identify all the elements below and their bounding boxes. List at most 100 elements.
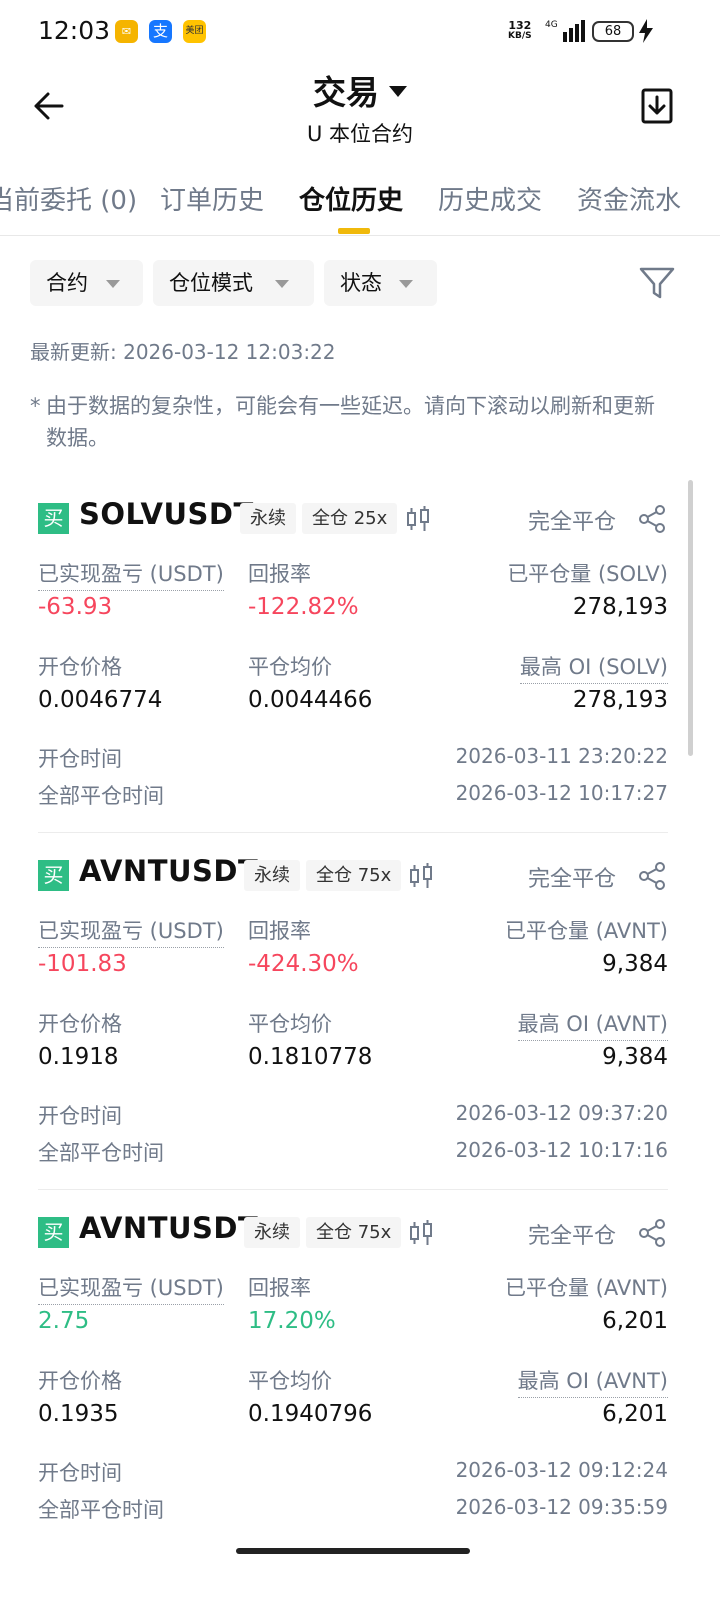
position-card[interactable]: 买 SOLVUSDT 永续 全仓 25x 完全平仓 已实现盈亏 (USDT) 回… (38, 497, 668, 808)
contract-filter[interactable]: 合约 (30, 260, 143, 306)
alipay-app-icon: 支 (149, 20, 172, 43)
open-time-label: 开仓时间 (38, 1461, 122, 1485)
last-update-time: 最新更新: 2026-03-12 12:03:22 (30, 340, 336, 364)
close-status: 完全平仓 (528, 867, 617, 892)
realized-pnl-label[interactable]: 已实现盈亏 (USDT) (38, 1272, 224, 1305)
tab-open-orders[interactable]: 当前委托 (0) (0, 180, 137, 217)
closed-qty-value: 9,384 (602, 951, 668, 977)
close-status: 完全平仓 (528, 510, 617, 535)
data-delay-notice: * 由于数据的复杂性，可能会有一些延迟。请向下滚动以刷新和更新数据。 (30, 390, 670, 454)
close-time-value: 2026-03-12 10:17:16 (455, 1138, 668, 1162)
tab-funding-flow[interactable]: 资金流水 (577, 180, 681, 217)
max-oi-value: 6,201 (602, 1401, 668, 1427)
filter-icon[interactable] (638, 264, 676, 302)
buy-side-badge: 买 (38, 1217, 69, 1248)
realized-pnl-label[interactable]: 已实现盈亏 (USDT) (38, 915, 224, 948)
close-avg-price-value: 0.1810778 (248, 1044, 373, 1070)
network-speed: 132 KB/S (508, 20, 532, 42)
roi-value: -424.30% (248, 951, 359, 977)
close-time-label: 全部平仓时间 (38, 1498, 164, 1522)
page-title: 交易 (313, 73, 379, 112)
page-subtitle: U 本位合约 (306, 122, 414, 146)
notice-text: 由于数据的复杂性，可能会有一些延迟。请向下滚动以刷新和更新数据。 (46, 394, 655, 450)
share-icon[interactable] (638, 505, 666, 533)
closed-qty-value: 6,201 (602, 1308, 668, 1334)
perpetual-tag: 永续 (244, 1217, 300, 1248)
position-mode-filter-label: 仓位模式 (169, 271, 253, 295)
max-oi-label[interactable]: 最高 OI (SOLV) (519, 651, 668, 684)
closed-qty-value: 278,193 (572, 594, 668, 620)
close-time-label: 全部平仓时间 (38, 784, 164, 808)
scrollbar[interactable] (688, 480, 693, 756)
close-avg-price-label: 平仓均价 (248, 1369, 332, 1393)
caret-down-icon (106, 280, 120, 288)
notice-star: * (30, 394, 41, 418)
candlestick-chart-icon[interactable] (405, 505, 431, 533)
closed-qty-label: 已平仓量 (AVNT) (505, 1276, 668, 1300)
share-icon[interactable] (638, 862, 666, 890)
position-symbol: AVNTUSDT (79, 1211, 259, 1245)
margin-leverage-tag: 全仓 75x (306, 1217, 402, 1248)
realized-pnl-value: 2.75 (38, 1308, 90, 1334)
close-avg-price-value: 0.1940796 (248, 1401, 373, 1427)
tab-trade-history[interactable]: 历史成交 (438, 180, 542, 217)
open-time-value: 2026-03-12 09:37:20 (455, 1101, 668, 1125)
candlestick-chart-icon[interactable] (408, 1219, 434, 1247)
home-indicator[interactable] (236, 1548, 470, 1554)
status-time: 12:03 (38, 16, 111, 45)
tab-position-history[interactable]: 仓位历史 (299, 180, 403, 217)
realized-pnl-value: -63.93 (38, 594, 113, 620)
max-oi-label[interactable]: 最高 OI (AVNT) (517, 1008, 668, 1041)
realized-pnl-label[interactable]: 已实现盈亏 (USDT) (38, 558, 224, 591)
open-time-value: 2026-03-11 23:20:22 (455, 744, 668, 768)
history-tabs: 当前委托 (0) 订单历史 仓位历史 历史成交 资金流水 (0, 178, 720, 236)
close-status: 完全平仓 (528, 1224, 617, 1249)
close-avg-price-label: 平仓均价 (248, 1012, 332, 1036)
close-time-label: 全部平仓时间 (38, 1141, 164, 1165)
max-oi-label[interactable]: 最高 OI (AVNT) (517, 1365, 668, 1398)
position-card[interactable]: 买 AVNTUSDT 永续 全仓 75x 完全平仓 已实现盈亏 (USDT) 回… (38, 1211, 668, 1522)
roi-label: 回报率 (248, 919, 311, 943)
caret-down-icon (399, 280, 413, 288)
open-time-label: 开仓时间 (38, 747, 122, 771)
download-icon[interactable] (641, 88, 673, 124)
position-symbol: SOLVUSDT (79, 497, 254, 531)
status-filter[interactable]: 状态 (324, 260, 437, 306)
realized-pnl-value: -101.83 (38, 951, 127, 977)
position-symbol: AVNTUSDT (79, 854, 259, 888)
share-icon[interactable] (638, 1219, 666, 1247)
network-speed-unit: KB/S (508, 31, 532, 41)
close-avg-price-value: 0.0044466 (248, 687, 373, 713)
open-price-value: 0.1935 (38, 1401, 119, 1427)
open-price-value: 0.1918 (38, 1044, 119, 1070)
open-time-label: 开仓时间 (38, 1104, 122, 1128)
position-card[interactable]: 买 AVNTUSDT 永续 全仓 75x 完全平仓 已实现盈亏 (USDT) 回… (38, 854, 668, 1165)
meituan-app-icon: 美团 (183, 20, 206, 43)
active-tab-indicator (338, 228, 370, 234)
card-divider (38, 832, 668, 833)
close-avg-price-label: 平仓均价 (248, 655, 332, 679)
closed-qty-label: 已平仓量 (AVNT) (505, 919, 668, 943)
caret-down-icon (389, 86, 407, 97)
max-oi-value: 278,193 (572, 687, 668, 713)
open-price-value: 0.0046774 (38, 687, 163, 713)
open-price-label: 开仓价格 (38, 1012, 122, 1036)
perpetual-tag: 永续 (244, 860, 300, 891)
buy-side-badge: 买 (38, 860, 69, 891)
open-time-value: 2026-03-12 09:12:24 (455, 1458, 668, 1482)
candlestick-chart-icon[interactable] (408, 862, 434, 890)
roi-label: 回报率 (248, 1276, 311, 1300)
position-mode-filter[interactable]: 仓位模式 (153, 260, 314, 306)
network-speed-value: 132 (508, 19, 532, 32)
title-dropdown[interactable]: 交易 (0, 66, 720, 114)
tab-order-history[interactable]: 订单历史 (160, 180, 264, 217)
margin-leverage-tag: 全仓 75x (306, 860, 402, 891)
caret-down-icon (275, 280, 289, 288)
signal-icon: 4G (545, 20, 585, 42)
battery-icon: 68 (592, 21, 634, 42)
network-type: 4G (545, 20, 558, 30)
charging-icon (639, 19, 653, 43)
status-filter-label: 状态 (340, 271, 382, 295)
open-price-label: 开仓价格 (38, 655, 122, 679)
perpetual-tag: 永续 (240, 503, 296, 534)
